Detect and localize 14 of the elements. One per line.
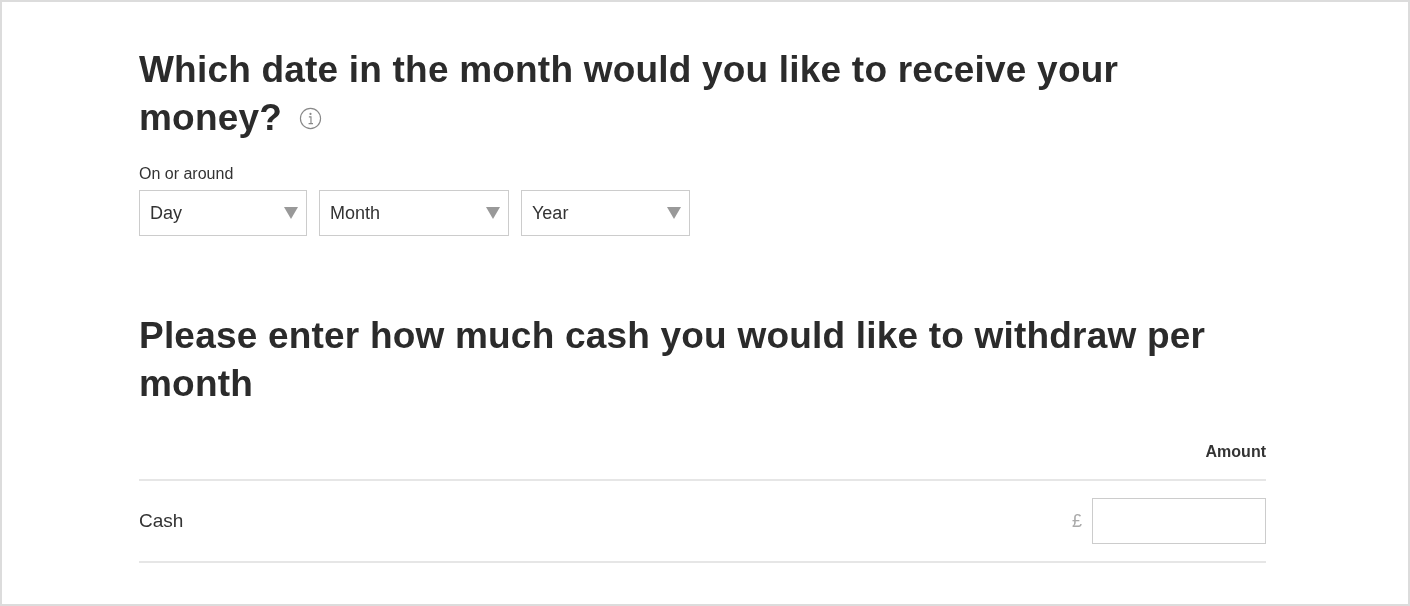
- dropdown[interactable]: Year: [521, 190, 690, 236]
- field-label: On or around: [139, 164, 235, 184]
- caret-icon: [284, 207, 298, 219]
- question-heading: Which date in the month would you like to receive your money?: [139, 48, 1120, 140]
- amount-field[interactable]: [1092, 498, 1266, 544]
- caret-icon: [667, 207, 681, 219]
- dropdown[interactable]: Day: [139, 190, 307, 236]
- dropdown[interactable]: Month: [319, 190, 509, 236]
- info-icon[interactable]: [299, 106, 323, 130]
- column-header: Amount: [139, 443, 1266, 481]
- caret-icon: [486, 207, 500, 219]
- row-label: Cash: [139, 510, 185, 532]
- currency-symbol: £: [1072, 510, 1082, 532]
- cash-heading: Please enter how much cash you would like to withdraw per month: [139, 314, 1207, 406]
